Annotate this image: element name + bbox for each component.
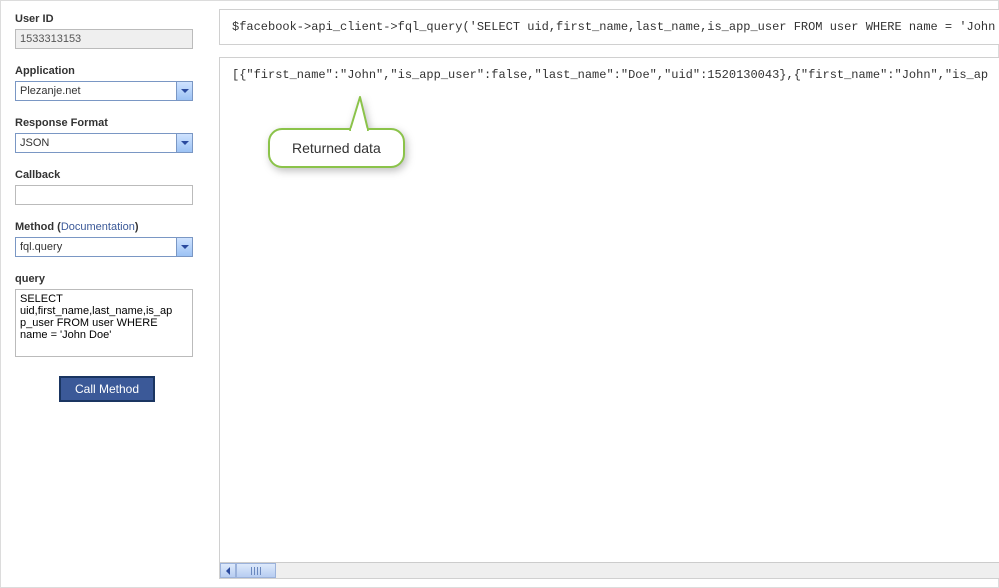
horizontal-scrollbar[interactable] — [220, 562, 999, 578]
callout-text: Returned data — [268, 128, 405, 168]
response-format-select[interactable] — [15, 133, 193, 153]
documentation-link[interactable]: Documentation — [61, 221, 135, 233]
callback-input[interactable] — [15, 185, 193, 205]
code-snippet-panel: $facebook->api_client->fql_query('SELECT… — [219, 9, 999, 45]
application-label: Application — [15, 65, 199, 77]
application-select[interactable] — [15, 81, 193, 101]
method-label-close: ) — [135, 221, 139, 233]
app-root: User ID Application Response Format Call… — [0, 0, 999, 588]
field-user-id: User ID — [15, 13, 199, 49]
callback-label: Callback — [15, 169, 199, 181]
returned-data-callout: Returned data — [268, 128, 405, 168]
field-application: Application — [15, 65, 199, 101]
response-format-label: Response Format — [15, 117, 199, 129]
user-id-label: User ID — [15, 13, 199, 25]
field-method: Method (Documentation) — [15, 221, 199, 257]
method-label-text: Method ( — [15, 221, 61, 233]
query-label: query — [15, 273, 199, 285]
field-query: query — [15, 273, 199, 360]
sidebar-panel: User ID Application Response Format Call… — [9, 9, 199, 579]
scroll-left-button[interactable] — [220, 563, 236, 578]
query-textarea[interactable] — [15, 289, 193, 357]
result-panel: [{"first_name":"John","is_app_user":fals… — [219, 57, 999, 579]
method-select[interactable] — [15, 237, 193, 257]
field-response-format: Response Format — [15, 117, 199, 153]
main-panel: $facebook->api_client->fql_query('SELECT… — [219, 9, 999, 579]
field-callback: Callback — [15, 169, 199, 205]
scroll-track[interactable] — [236, 563, 999, 578]
scroll-thumb[interactable] — [236, 563, 276, 578]
user-id-input[interactable] — [15, 29, 193, 49]
call-method-button[interactable]: Call Method — [59, 376, 155, 402]
method-label: Method (Documentation) — [15, 221, 199, 233]
code-snippet-text: $facebook->api_client->fql_query('SELECT… — [232, 20, 999, 34]
result-json-text: [{"first_name":"John","is_app_user":fals… — [228, 66, 999, 84]
